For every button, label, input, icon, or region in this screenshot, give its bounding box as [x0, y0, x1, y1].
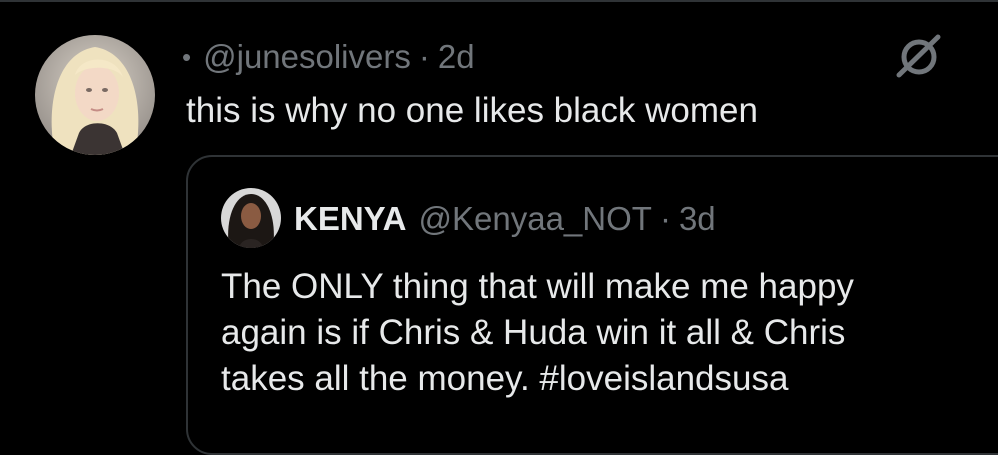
quote-text-line: again is if Chris & Huda win it all & Ch… [221, 313, 846, 352]
dot-separator: · [418, 38, 430, 75]
dot-separator: · [659, 200, 671, 237]
tweet-timestamp[interactable]: 2d [438, 38, 475, 76]
avatar[interactable] [35, 35, 155, 155]
quote-avatar[interactable] [221, 188, 281, 248]
quote-author-name[interactable]: KENYA [294, 200, 407, 238]
tweet-text: this is why no one likes black women [186, 91, 758, 130]
bullet-separator: • [182, 41, 192, 72]
author-handle[interactable]: @junesolivers [203, 38, 411, 76]
quote-text-line: The ONLY thing that will make me happy [221, 267, 854, 306]
quote-timestamp[interactable]: 3d [679, 200, 716, 238]
quote-author-handle[interactable]: @Kenyaa_NOT [419, 200, 652, 238]
quote-header: KENYA @Kenyaa_NOT · 3d [294, 196, 716, 242]
grok-slash-icon[interactable] [892, 30, 944, 82]
tweet-header: • @junesolivers · 2d [182, 34, 475, 80]
quote-text: The ONLY thing that will make me happy a… [221, 264, 961, 402]
top-divider [0, 0, 998, 2]
quote-text-line: takes all the money. #loveislandsusa [221, 359, 789, 398]
